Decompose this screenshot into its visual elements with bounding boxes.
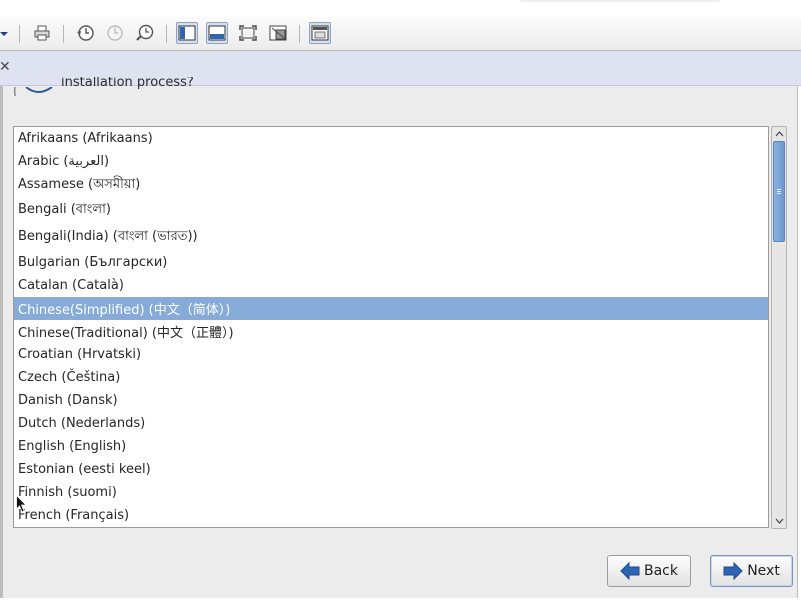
- language-item[interactable]: Danish (Dansk): [14, 389, 768, 412]
- history-icon: [77, 25, 94, 41]
- back-button[interactable]: Back: [607, 555, 691, 587]
- language-item[interactable]: French (Français): [14, 504, 768, 527]
- detach-button[interactable]: [267, 22, 289, 44]
- window-frame-right: [797, 86, 801, 601]
- language-item[interactable]: Bengali(India) (বাংলা (ভারত)): [14, 224, 768, 250]
- toolbar-separator: [19, 25, 20, 43]
- installer-question-text: installation process?: [61, 77, 194, 90]
- print-icon: [34, 25, 50, 41]
- window-frame-left: [0, 86, 3, 601]
- installer-logo-icon: [12, 84, 56, 96]
- language-item[interactable]: Assamese (অসমীয়া): [14, 173, 768, 197]
- toolbar-separator: [166, 25, 167, 43]
- language-item[interactable]: Catalan (Català): [14, 274, 768, 297]
- bottom-panel-icon: [208, 25, 226, 41]
- language-item[interactable]: Chinese(Traditional) (中文（正體）): [14, 320, 768, 343]
- language-list-scrollbar[interactable]: [771, 126, 787, 529]
- window-layout-icon: [311, 25, 329, 41]
- top-strip: [0, 0, 801, 17]
- close-icon[interactable]: ✕: [0, 60, 11, 74]
- fullscreen-button[interactable]: [237, 22, 259, 44]
- scroll-down-button[interactable]: [772, 514, 786, 527]
- toolbar: [0, 17, 801, 51]
- history-button[interactable]: [74, 22, 96, 44]
- sidebar-toggle-icon: [178, 25, 196, 41]
- language-item[interactable]: Dutch (Nederlands): [14, 412, 768, 435]
- arrow-right-icon: [723, 562, 743, 580]
- bottom-panel-button[interactable]: [206, 22, 228, 44]
- toolbar-separator: [63, 25, 64, 43]
- scroll-up-button[interactable]: [772, 127, 786, 140]
- back-button-label: Back: [644, 563, 678, 579]
- next-button[interactable]: Next: [710, 555, 793, 587]
- scroll-thumb-grip: [777, 193, 781, 194]
- next-button-label: Next: [747, 563, 780, 579]
- window-layout-button[interactable]: [309, 22, 331, 44]
- language-item[interactable]: Estonian (eesti keel): [14, 458, 768, 481]
- history-disabled-icon: [107, 25, 123, 41]
- language-item[interactable]: Bengali (বাংলা): [14, 197, 768, 224]
- toolbar-separator: [299, 25, 300, 43]
- language-item[interactable]: Arabic (العربية): [14, 150, 768, 173]
- language-list[interactable]: Afrikaans (Afrikaans) Arabic (العربية) A…: [13, 126, 769, 528]
- scroll-thumb-grip: [777, 189, 781, 190]
- chevron-down-icon: [775, 518, 783, 524]
- mouse-cursor-icon: [16, 495, 27, 513]
- language-item-selected[interactable]: Chinese(Simplified) (中文（简体）): [14, 297, 768, 320]
- scroll-thumb-grip: [777, 191, 781, 192]
- print-button[interactable]: [31, 22, 53, 44]
- scroll-thumb[interactable]: [773, 141, 785, 242]
- history-forward-button[interactable]: [104, 22, 126, 44]
- history-search-icon: [136, 24, 154, 41]
- detach-icon: [269, 25, 287, 41]
- dropdown-arrow-icon[interactable]: [0, 32, 8, 36]
- fullscreen-icon: [239, 25, 257, 41]
- language-item[interactable]: Bulgarian (Български): [14, 250, 768, 274]
- history-search-button[interactable]: [134, 22, 156, 44]
- language-item[interactable]: Czech (Čeština): [14, 366, 768, 389]
- chevron-up-icon: [775, 130, 783, 136]
- language-item[interactable]: Afrikaans (Afrikaans): [14, 127, 768, 150]
- language-item[interactable]: English (English): [14, 435, 768, 458]
- menu-shadow: [520, 0, 720, 3]
- sidebar-toggle-button[interactable]: [176, 22, 198, 44]
- language-item[interactable]: Finnish (suomi): [14, 481, 768, 504]
- arrow-left-icon: [620, 562, 640, 580]
- language-item[interactable]: Croatian (Hrvatski): [14, 343, 768, 366]
